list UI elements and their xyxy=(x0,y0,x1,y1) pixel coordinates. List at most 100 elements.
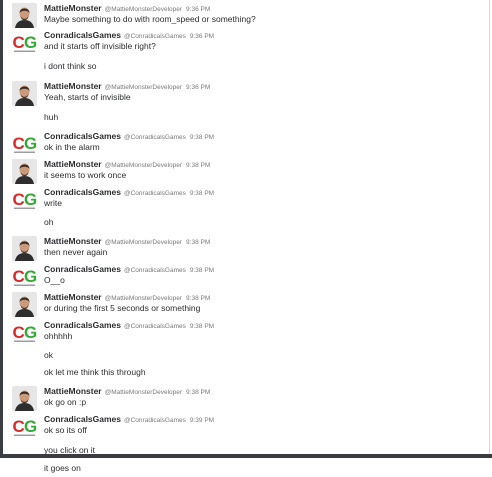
svg-text:G: G xyxy=(24,267,37,286)
message: MattieMonster @MattieMonsterDeveloper 9:36… xyxy=(12,78,482,106)
message: ok let me think this through xyxy=(12,363,482,380)
message: ok xyxy=(12,346,482,363)
author-handle: @ConradicalsGames xyxy=(124,190,186,197)
message-text: ohhhhh xyxy=(44,331,73,341)
timestamp[interactable]: 9:38 PM xyxy=(186,295,210,302)
scrollbar-track[interactable] xyxy=(489,0,490,458)
author-handle: @ConradicalsGames xyxy=(124,417,186,424)
timestamp[interactable]: 9:36 PM xyxy=(186,84,210,91)
author-handle: @MattieMonsterDeveloper xyxy=(104,389,183,396)
avatar[interactable] xyxy=(12,3,37,28)
author-name[interactable]: ConradicalsGames xyxy=(44,264,121,274)
message: C G ConradicalsGames @ConradicalsGames 9:3… xyxy=(12,184,482,212)
svg-text:C: C xyxy=(13,267,25,286)
message-text: or during the first 5 seconds or somethi… xyxy=(44,303,201,313)
author-handle: @ConradicalsGames xyxy=(124,267,186,274)
message: MattieMonster @MattieMonsterDeveloper 9:38… xyxy=(12,156,482,184)
window-bottom-edge xyxy=(0,454,492,458)
message: C G ConradicalsGames @ConradicalsGames 9:3… xyxy=(12,128,482,156)
message-text: ok let me think this through xyxy=(44,367,146,377)
message-text: then never again xyxy=(44,247,108,257)
svg-text:G: G xyxy=(24,190,37,209)
message-text: ok so its off xyxy=(44,425,87,435)
message-text: and it starts off invisible right? xyxy=(44,41,156,51)
author-name[interactable]: MattieMonster xyxy=(44,386,102,396)
message: oh xyxy=(12,213,482,231)
message-text: it seems to work once xyxy=(44,170,127,180)
message-text: i dont think so xyxy=(44,61,97,71)
timestamp[interactable]: 9:38 PM xyxy=(190,267,214,274)
message-text: ok go on :p xyxy=(44,397,87,407)
message-text: write xyxy=(44,198,62,208)
avatar[interactable]: C G xyxy=(12,264,37,289)
author-name[interactable]: MattieMonster xyxy=(44,159,102,169)
author-name[interactable]: ConradicalsGames xyxy=(44,187,121,197)
author-handle: @MattieMonsterDeveloper xyxy=(104,84,183,91)
svg-text:C: C xyxy=(13,323,25,342)
svg-text:C: C xyxy=(13,190,25,209)
message: C G ConradicalsGames @ConradicalsGames 9:3… xyxy=(12,411,482,439)
svg-text:G: G xyxy=(24,33,37,52)
svg-text:G: G xyxy=(24,323,37,342)
message-text: huh xyxy=(44,112,59,122)
timestamp[interactable]: 9:39 PM xyxy=(190,417,214,424)
timestamp[interactable]: 9:38 PM xyxy=(186,239,210,246)
message-text: Yeah, starts of invisible xyxy=(44,92,131,102)
author-handle: @MattieMonsterDeveloper xyxy=(104,295,183,302)
author-name[interactable]: MattieMonster xyxy=(44,236,102,246)
message-text: ok in the alarm xyxy=(44,142,100,152)
author-name[interactable]: ConradicalsGames xyxy=(44,414,121,424)
message: MattieMonster @MattieMonsterDeveloper 9:38… xyxy=(12,233,482,261)
message: i dont think so xyxy=(12,57,482,74)
timestamp[interactable]: 9:36 PM xyxy=(190,33,214,40)
svg-text:G: G xyxy=(24,417,37,436)
message-text: ok xyxy=(44,350,53,360)
message: C G ConradicalsGames @ConradicalsGames 9:3… xyxy=(12,261,482,289)
author-name[interactable]: ConradicalsGames xyxy=(44,131,121,141)
author-handle: @MattieMonsterDeveloper xyxy=(104,6,183,13)
svg-text:C: C xyxy=(13,33,25,52)
message: MattieMonster @MattieMonsterDeveloper 9:36… xyxy=(12,0,482,28)
message-text: oh xyxy=(44,217,54,227)
svg-text:C: C xyxy=(13,417,25,436)
author-name[interactable]: MattieMonster xyxy=(44,81,102,91)
avatar[interactable] xyxy=(12,159,37,184)
author-name[interactable]: MattieMonster xyxy=(44,292,102,302)
avatar[interactable] xyxy=(12,81,37,106)
message: MattieMonster @MattieMonsterDeveloper 9:38… xyxy=(12,289,482,317)
author-handle: @ConradicalsGames xyxy=(124,323,186,330)
author-handle: @MattieMonsterDeveloper xyxy=(104,162,183,169)
message: C G ConradicalsGames @ConradicalsGames 9:3… xyxy=(12,317,482,345)
timestamp[interactable]: 9:38 PM xyxy=(186,389,210,396)
window-left-edge xyxy=(0,0,3,458)
author-name[interactable]: ConradicalsGames xyxy=(44,30,121,40)
message: MattieMonster @MattieMonsterDeveloper 9:38… xyxy=(12,383,482,411)
author-handle: @ConradicalsGames xyxy=(124,134,186,141)
avatar[interactable]: C G xyxy=(12,30,37,55)
chat-message-list: MattieMonster @MattieMonsterDeveloper 9:36… xyxy=(12,0,482,477)
message: it goes on xyxy=(12,459,482,477)
message-text: Maybe something to do with room_speed or… xyxy=(44,14,256,24)
message-text: O__o xyxy=(44,275,65,285)
author-name[interactable]: ConradicalsGames xyxy=(44,320,121,330)
timestamp[interactable]: 9:38 PM xyxy=(190,190,214,197)
author-name[interactable]: MattieMonster xyxy=(44,3,102,13)
timestamp[interactable]: 9:38 PM xyxy=(186,162,210,169)
avatar[interactable] xyxy=(12,292,37,317)
avatar[interactable]: C G xyxy=(12,414,37,439)
timestamp[interactable]: 9:38 PM xyxy=(190,323,214,330)
svg-text:G: G xyxy=(24,134,37,153)
timestamp[interactable]: 9:36 PM xyxy=(186,6,210,13)
author-handle: @ConradicalsGames xyxy=(124,33,186,40)
author-handle: @MattieMonsterDeveloper xyxy=(104,239,183,246)
avatar[interactable] xyxy=(12,236,37,261)
avatar[interactable]: C G xyxy=(12,187,37,212)
avatar[interactable] xyxy=(12,386,37,411)
svg-text:C: C xyxy=(13,134,25,153)
message: huh xyxy=(12,108,482,126)
message: C G ConradicalsGames @ConradicalsGames 9:3… xyxy=(12,27,482,55)
timestamp[interactable]: 9:38 PM xyxy=(190,134,214,141)
avatar[interactable]: C G xyxy=(12,320,37,345)
avatar[interactable]: C G xyxy=(12,131,37,156)
message-text: it goes on xyxy=(44,463,81,473)
